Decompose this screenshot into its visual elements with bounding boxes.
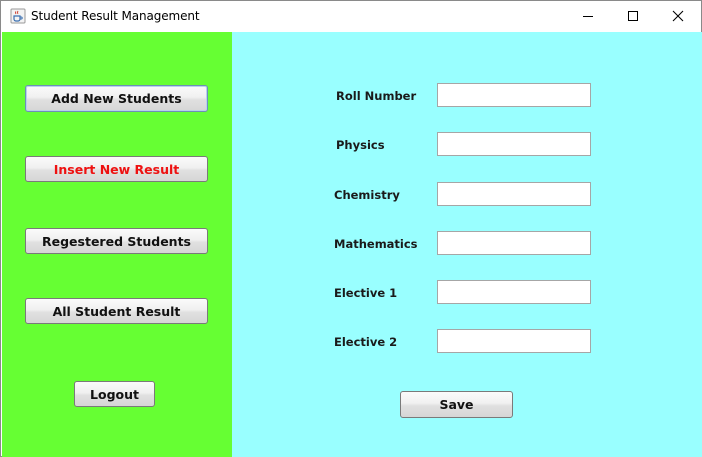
- insert-new-result-button[interactable]: Insert New Result: [25, 156, 208, 182]
- maximize-button[interactable]: [610, 1, 656, 32]
- java-coffee-cup-icon: [10, 8, 26, 24]
- chemistry-label: Chemistry: [334, 188, 400, 202]
- roll-number-label: Roll Number: [336, 89, 417, 103]
- elective-1-label: Elective 1: [334, 286, 398, 300]
- physics-label: Physics: [336, 138, 385, 152]
- result-form-panel: Roll Number Physics Chemistry Mathematic…: [232, 32, 702, 457]
- elective-2-label: Elective 2: [334, 335, 398, 349]
- registered-students-button[interactable]: Regestered Students: [25, 228, 208, 254]
- app-window: Student Result Management Add New Studen…: [0, 0, 702, 457]
- window-title: Student Result Management: [31, 9, 200, 23]
- navigation-panel: Add New Students Insert New Result Reges…: [2, 32, 232, 457]
- elective-1-input[interactable]: [437, 280, 591, 304]
- minimize-button[interactable]: [565, 1, 611, 32]
- close-icon: [672, 7, 684, 26]
- logout-button[interactable]: Logout: [74, 381, 155, 407]
- mathematics-input[interactable]: [437, 231, 591, 255]
- maximize-icon: [627, 7, 639, 26]
- physics-input[interactable]: [437, 132, 591, 156]
- mathematics-label: Mathematics: [334, 237, 418, 251]
- roll-number-input[interactable]: [437, 83, 591, 107]
- chemistry-input[interactable]: [437, 182, 591, 206]
- minimize-icon: [582, 7, 594, 26]
- add-new-students-button[interactable]: Add New Students: [25, 85, 208, 112]
- save-button[interactable]: Save: [400, 391, 513, 418]
- elective-2-input[interactable]: [437, 329, 591, 353]
- all-student-result-button[interactable]: All Student Result: [25, 298, 208, 324]
- close-button[interactable]: [655, 1, 701, 32]
- title-bar[interactable]: Student Result Management: [1, 1, 701, 32]
